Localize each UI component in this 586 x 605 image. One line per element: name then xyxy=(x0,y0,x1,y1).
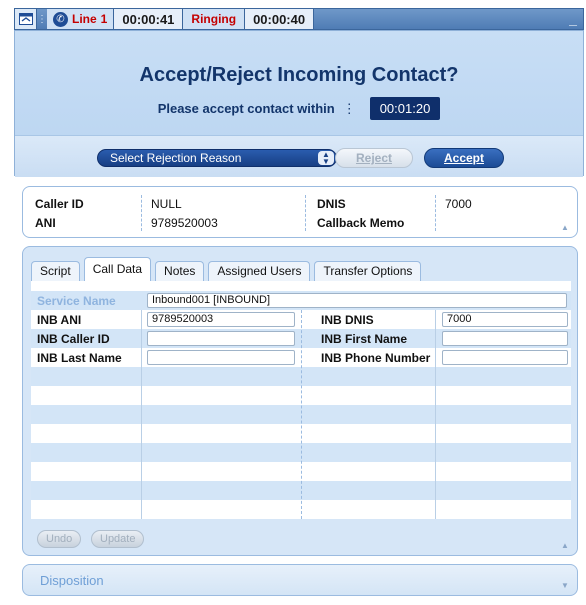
ani-value: 9789520003 xyxy=(151,216,218,230)
tab-call-data[interactable]: Call Data xyxy=(83,257,152,281)
accept-button[interactable]: Accept xyxy=(424,148,504,168)
dnis-value: 7000 xyxy=(445,197,472,211)
inb-first-name-label: INB First Name xyxy=(321,331,408,346)
chevron-up-icon[interactable]: ▲ xyxy=(559,541,571,551)
callback-memo-label: Callback Memo xyxy=(317,216,405,230)
disposition-label: Disposition xyxy=(40,573,104,588)
state-timer: 00:00:40 xyxy=(245,9,315,29)
undo-button[interactable]: Undo xyxy=(37,530,82,548)
caller-id-label: Caller ID xyxy=(35,197,84,211)
update-button[interactable]: Update xyxy=(91,530,145,548)
column-divider xyxy=(141,310,142,519)
inb-phone-number-field[interactable] xyxy=(442,350,568,365)
line-indicator[interactable]: ✆ Line 1 xyxy=(47,9,115,29)
window-icon[interactable] xyxy=(15,9,37,29)
rejection-reason-value: Select Rejection Reason xyxy=(110,151,242,165)
select-arrows-icon: ▲ ▼ xyxy=(318,151,334,166)
inb-caller-id-label: INB Caller ID xyxy=(37,331,110,346)
call-timer: 00:00:41 xyxy=(114,9,184,29)
call-details-panel: Script Call Data Notes Assigned Users Tr… xyxy=(22,246,578,556)
accept-countdown: 00:01:20 xyxy=(369,97,441,120)
disposition-panel[interactable]: Disposition ▼ xyxy=(22,564,578,596)
tab-bar: Script Call Data Notes Assigned Users Tr… xyxy=(31,257,422,281)
inb-dnis-field[interactable]: 7000 xyxy=(442,312,568,327)
line-number: 1 xyxy=(100,12,108,26)
phone-icon: ✆ xyxy=(53,11,68,27)
accept-message: Please accept contact within xyxy=(157,101,335,116)
column-divider xyxy=(301,310,302,519)
inb-last-name-field[interactable] xyxy=(147,350,295,365)
column-divider xyxy=(435,195,436,231)
service-name-field[interactable]: Inbound001 [INBOUND] xyxy=(147,293,567,308)
status-bar-spacer xyxy=(314,9,563,29)
accept-reject-panel: Accept/Reject Incoming Contact? Please a… xyxy=(14,30,584,177)
column-divider xyxy=(141,195,142,231)
status-bar: ⋮ ✆ Line 1 00:00:41 Ringing 00:00:40 _ xyxy=(14,8,584,30)
accept-countdown-row: Please accept contact within ⋮ 00:01:20 xyxy=(15,97,583,120)
tab-transfer-options[interactable]: Transfer Options xyxy=(314,261,422,281)
service-name-label: Service Name xyxy=(37,293,116,308)
caller-id-value: NULL xyxy=(151,197,182,211)
call-data-grid: Service Name Inbound001 [INBOUND] INB AN… xyxy=(31,281,571,519)
minimize-button[interactable]: _ xyxy=(563,9,583,29)
chevron-up-icon[interactable]: ▲ xyxy=(559,223,571,233)
ani-label: ANI xyxy=(35,216,56,230)
accept-reject-title: Accept/Reject Incoming Contact? xyxy=(139,64,459,86)
column-divider xyxy=(305,195,306,231)
accept-actions-bar: Select Rejection Reason ▲ ▼ Reject Accept xyxy=(15,135,583,177)
tab-assigned-users[interactable]: Assigned Users xyxy=(208,261,311,281)
dnis-label: DNIS xyxy=(317,197,346,211)
tab-notes[interactable]: Notes xyxy=(155,261,205,281)
inb-ani-field[interactable]: 9789520003 xyxy=(147,312,295,327)
line-label: Line xyxy=(72,12,97,26)
inb-phone-number-label: INB Phone Number xyxy=(321,350,431,365)
inb-last-name-label: INB Last Name xyxy=(37,350,122,365)
inb-first-name-field[interactable] xyxy=(442,331,568,346)
tab-script[interactable]: Script xyxy=(31,261,80,281)
inb-caller-id-field[interactable] xyxy=(147,331,295,346)
inb-dnis-label: INB DNIS xyxy=(321,312,374,327)
inb-ani-label: INB ANI xyxy=(37,312,82,327)
call-state: Ringing xyxy=(183,9,246,29)
separator: ⋮ xyxy=(37,13,47,25)
rejection-reason-select[interactable]: Select Rejection Reason ▲ ▼ xyxy=(97,149,337,167)
caller-info-panel: Caller ID NULL ANI 9789520003 DNIS 7000 … xyxy=(22,186,578,238)
column-divider xyxy=(435,310,436,519)
separator: ⋮ xyxy=(342,100,356,116)
chevron-down-icon[interactable]: ▼ xyxy=(559,581,571,591)
reject-button[interactable]: Reject xyxy=(335,148,413,168)
